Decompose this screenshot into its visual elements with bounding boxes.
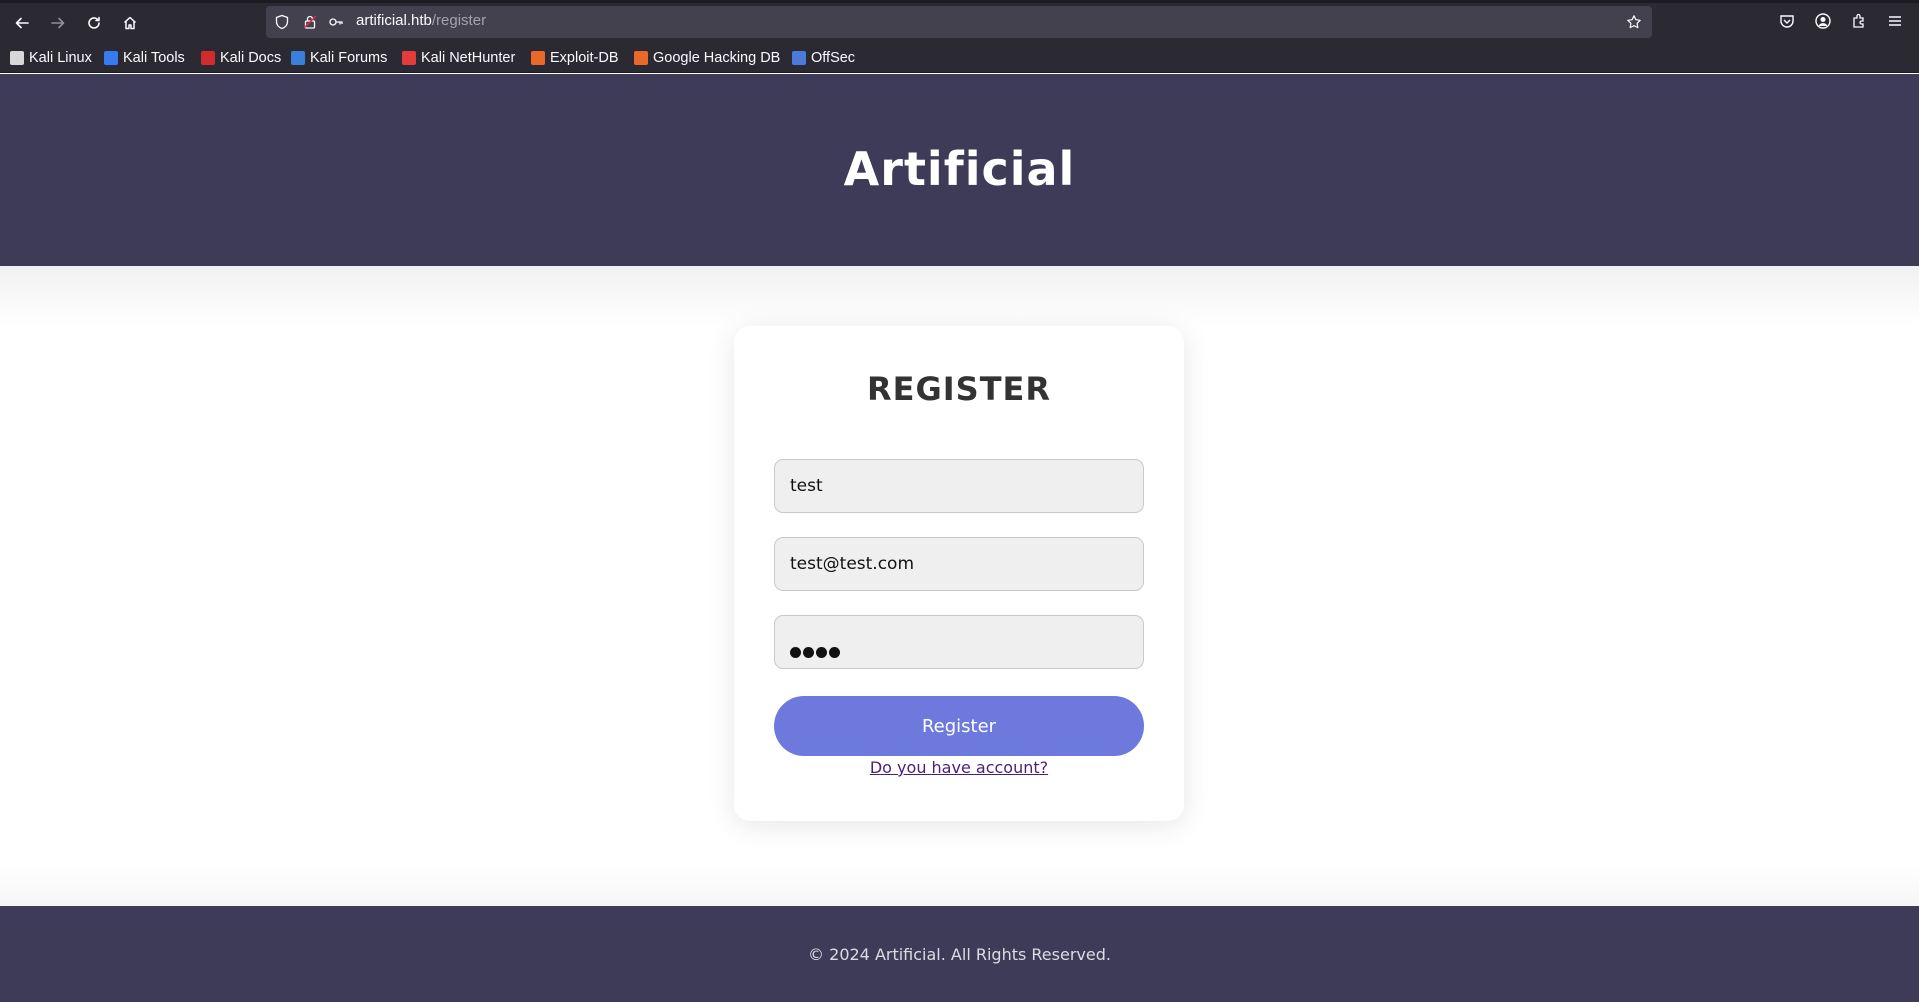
home-icon (123, 16, 137, 30)
bookmark-kali-nethunter[interactable]: Kali NetHunter (402, 48, 515, 68)
kali-nethunter-icon (402, 51, 416, 65)
back-button[interactable] (8, 9, 36, 37)
reload-button[interactable] (80, 9, 108, 37)
bookmark-label: Kali Tools (123, 50, 185, 66)
register-card: REGISTER Register Do you have account? (734, 326, 1184, 821)
insecure-lock-icon[interactable] (302, 14, 318, 30)
bookmark-star-icon[interactable] (1626, 14, 1642, 30)
site-footer: © 2024 Artificial. All Rights Reserved. (0, 906, 1919, 1002)
bookmark-label: Kali Linux (29, 50, 92, 66)
bookmark-label: Exploit-DB (550, 50, 619, 66)
key-icon[interactable] (328, 14, 344, 30)
bookmarks-toolbar: Kali Linux Kali Tools Kali Docs Kali For… (0, 46, 1919, 70)
exploit-db-icon (531, 51, 545, 65)
kali-tools-icon (104, 51, 118, 65)
bookmark-label: Kali NetHunter (421, 50, 516, 66)
bookmark-label: OffSec (811, 50, 856, 66)
register-button[interactable]: Register (774, 696, 1144, 756)
copyright-text: © 2024 Artificial. All Rights Reserved. (808, 944, 1111, 964)
extensions-icon[interactable] (1850, 12, 1868, 30)
bookmark-kali-tools[interactable]: Kali Tools (104, 48, 185, 68)
reload-icon (88, 16, 100, 29)
tab-strip-edge (0, 0, 1919, 3)
email-field[interactable] (774, 537, 1144, 591)
bookmark-kali-linux[interactable]: Kali Linux (10, 48, 92, 68)
home-button[interactable] (116, 9, 144, 37)
url-text[interactable]: artificial.htb/register (356, 12, 486, 29)
site-title: Artificial (843, 142, 1076, 196)
bookmark-offsec[interactable]: OffSec (792, 48, 855, 68)
bookmark-google-hacking-db[interactable]: Google Hacking DB (634, 48, 780, 68)
footer-shadow (0, 866, 1919, 906)
bookmark-label: Google Hacking DB (653, 50, 781, 66)
menu-icon[interactable] (1886, 12, 1904, 30)
header-shadow (0, 266, 1919, 326)
password-mask (790, 647, 840, 658)
password-dot (816, 647, 827, 658)
forward-button[interactable] (44, 9, 72, 37)
pocket-icon[interactable] (1778, 12, 1796, 30)
login-link[interactable]: Do you have account? (734, 758, 1184, 777)
ghdb-icon (634, 51, 648, 65)
password-dot (790, 647, 801, 658)
bookmark-label: Kali Docs (220, 50, 282, 66)
username-field[interactable] (774, 459, 1144, 513)
bookmark-kali-forums[interactable]: Kali Forums (291, 48, 387, 68)
url-path: /register (431, 12, 487, 29)
password-dot (803, 647, 814, 658)
kali-forums-icon (291, 51, 305, 65)
kali-dragon-icon (10, 51, 24, 65)
site-header: Artificial (0, 74, 1919, 266)
bookmark-exploit-db[interactable]: Exploit-DB (531, 48, 619, 68)
offsec-icon (792, 51, 806, 65)
url-host: artificial.htb (356, 12, 432, 29)
kali-docs-icon (201, 51, 215, 65)
bookmark-label: Kali Forums (310, 50, 388, 66)
register-heading: REGISTER (866, 370, 1052, 408)
back-arrow-icon (15, 17, 29, 29)
password-dot (829, 647, 840, 658)
address-bar[interactable]: artificial.htb/register (266, 6, 1652, 38)
password-field[interactable] (774, 615, 1144, 669)
forward-arrow-icon (51, 17, 65, 29)
bookmark-kali-docs[interactable]: Kali Docs (201, 48, 281, 68)
tracking-shield-icon[interactable] (274, 14, 290, 30)
browser-toolbar: artificial.htb/register Kali Linux Kali … (0, 0, 1919, 73)
account-icon[interactable] (1814, 12, 1832, 30)
